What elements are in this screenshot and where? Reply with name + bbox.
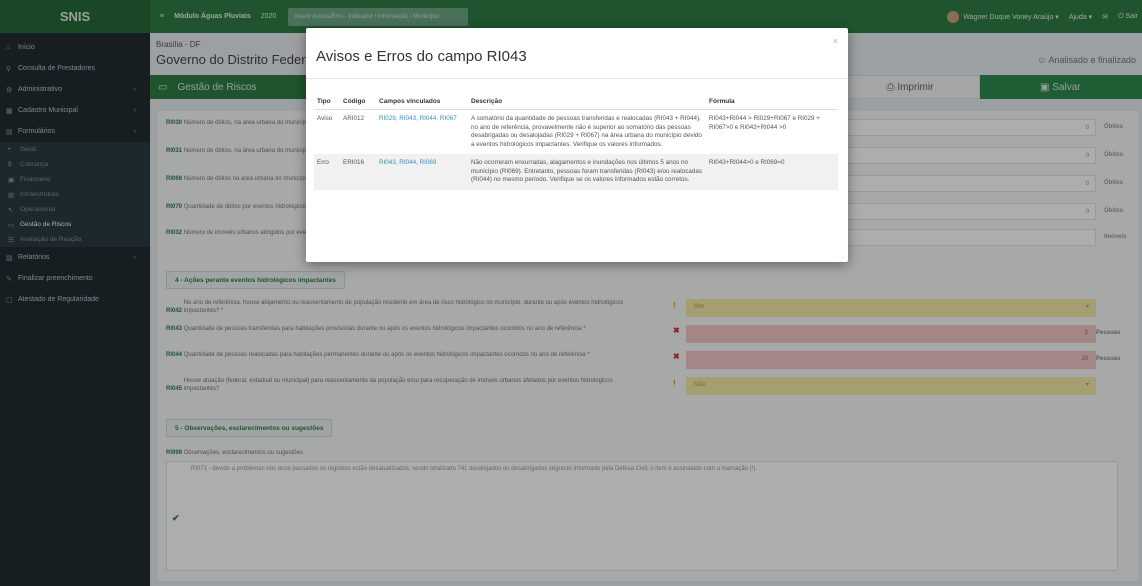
- cell-campos-link[interactable]: RI029, RI043, RI044, RI067: [376, 110, 468, 155]
- cell-codigo: ERI016: [340, 154, 376, 190]
- cell-tipo: Erro: [314, 154, 340, 190]
- column-header: Fórmula: [706, 94, 838, 110]
- cell-formula: RI043+RI044>0 e RI069=0: [706, 154, 838, 190]
- cell-descricao: A somatório da quantidade de pessoas tra…: [471, 115, 702, 148]
- cell-codigo: ARI012: [343, 115, 365, 122]
- column-header: Campos vinculados: [376, 94, 468, 110]
- cell-descricao: Não ocorreram enxurradas, alagamentos e …: [468, 154, 706, 190]
- errors-table: Tipo Código Campos vinculados Descrição …: [314, 94, 838, 190]
- cell-formula: RI043+RI044 > RI029+RI067 e RI029 + RI06…: [709, 115, 820, 131]
- table-row: Erro ERI016 RI043, RI044, RI069 Não ocor…: [314, 154, 838, 190]
- column-header: Descrição: [468, 94, 706, 110]
- column-header: Tipo: [314, 94, 340, 110]
- column-header: Código: [340, 94, 376, 110]
- modal-title: Avisos e Erros do campo RI043: [316, 48, 527, 65]
- table-row: Aviso ARI012 RI029, RI043, RI044, RI067 …: [314, 110, 838, 155]
- cell-campos-link[interactable]: RI043, RI044, RI069: [376, 154, 468, 190]
- errors-modal: Avisos e Erros do campo RI043 × Tipo Cód…: [306, 28, 848, 262]
- cell-tipo: Aviso: [317, 115, 333, 122]
- close-icon[interactable]: ×: [833, 36, 838, 46]
- divider: [306, 78, 848, 79]
